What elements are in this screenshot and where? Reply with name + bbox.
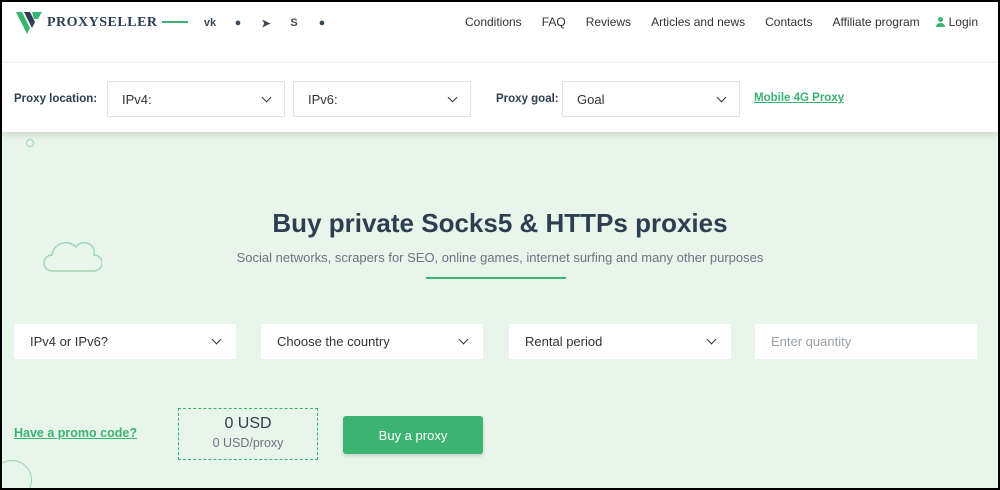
chat-icon[interactable]: ● — [308, 14, 336, 32]
messenger-icon[interactable]: ● — [224, 14, 252, 32]
nav-faq[interactable]: FAQ — [542, 15, 566, 29]
skype-icon[interactable]: S — [280, 14, 308, 32]
page: PROXYSELLER vk ● ➤ S ● Conditions FAQ Re… — [2, 2, 998, 488]
logo-divider — [162, 21, 188, 23]
nav-contacts[interactable]: Contacts — [765, 15, 812, 29]
brand-name: PROXYSELLER — [47, 15, 158, 30]
country-select[interactable]: Choose the country — [261, 324, 483, 359]
ipv4-select[interactable]: IPv4: — [107, 81, 285, 117]
chevron-down-icon — [706, 334, 717, 345]
hero-title: Buy private Socks5 & HTTPs proxies — [272, 208, 728, 238]
chevron-down-icon — [447, 92, 458, 102]
ip-version-select[interactable]: IPv4 or IPv6? — [14, 324, 236, 359]
top-navbar: PROXYSELLER vk ● ➤ S ● Conditions FAQ Re… — [2, 2, 998, 62]
login-label: Login — [948, 15, 978, 29]
price-per-proxy: 0 USD/proxy — [212, 436, 284, 450]
quantity-input[interactable]: Enter quantity — [755, 324, 977, 359]
telegram-icon[interactable]: ➤ — [252, 14, 280, 32]
nav-articles[interactable]: Articles and news — [651, 15, 745, 29]
logo[interactable]: PROXYSELLER — [14, 10, 158, 36]
proxy-filter-bar: Proxy location: IPv4: IPv6: Proxy goal: … — [2, 62, 998, 132]
nav-conditions[interactable]: Conditions — [465, 15, 522, 29]
hero-subtitle: Social networks, scrapers for SEO, onlin… — [236, 250, 764, 265]
chevron-down-icon — [211, 334, 222, 345]
mobile-4g-proxy-link[interactable]: Mobile 4G Proxy — [754, 92, 844, 104]
goal-select[interactable]: Goal — [562, 81, 740, 117]
user-icon — [935, 17, 945, 27]
nav-reviews[interactable]: Reviews — [586, 15, 631, 29]
total-price: 0 USD — [224, 415, 272, 432]
decor-circle — [26, 139, 34, 147]
ipv4-select-value: IPv4: — [122, 91, 152, 107]
goal-select-value: Goal — [577, 91, 605, 107]
nav-affiliate[interactable]: Affiliate program — [832, 15, 919, 29]
rental-period-select[interactable]: Rental period — [509, 324, 731, 359]
ipv6-select[interactable]: IPv6: — [293, 81, 471, 117]
proxy-location-label: Proxy location: — [14, 93, 98, 105]
price-box: 0 USD 0 USD/proxy — [178, 408, 318, 460]
social-links: vk ● ➤ S ● — [196, 14, 336, 32]
ip-version-value: IPv4 or IPv6? — [30, 334, 109, 349]
proxy-goal-label: Proxy goal: — [496, 93, 559, 105]
rental-period-value: Rental period — [525, 334, 603, 349]
ipv6-select-value: IPv6: — [308, 91, 338, 107]
decor-circle — [2, 460, 32, 488]
country-value: Choose the country — [277, 334, 390, 349]
buy-proxy-button[interactable]: Buy a proxy — [343, 416, 483, 454]
chevron-down-icon — [261, 92, 272, 102]
vk-icon[interactable]: vk — [196, 14, 224, 32]
login-link[interactable]: Login — [935, 15, 978, 29]
promo-code-link[interactable]: Have a promo code? — [14, 426, 137, 440]
chevron-down-icon — [716, 92, 727, 102]
hero-underline — [426, 277, 566, 279]
chevron-down-icon — [458, 334, 469, 345]
quantity-placeholder: Enter quantity — [771, 334, 852, 349]
logo-icon — [16, 12, 42, 34]
main-nav: Conditions FAQ Reviews Articles and news… — [445, 15, 978, 29]
